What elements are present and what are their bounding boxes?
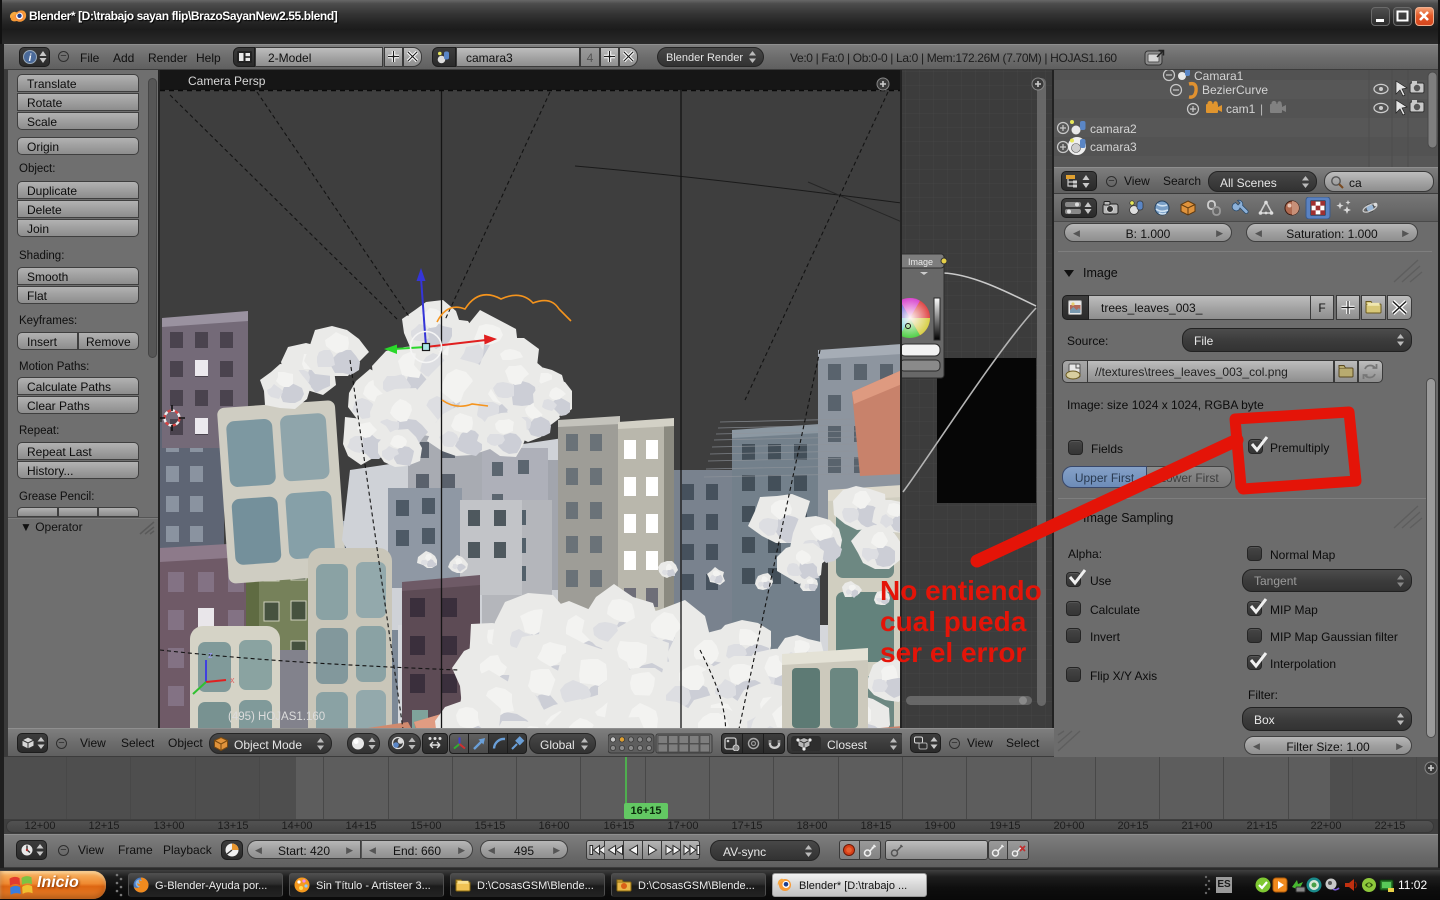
svg-text:ser el error: ser el error xyxy=(880,637,1026,668)
svg-text:cual pueda: cual pueda xyxy=(880,606,1027,637)
svg-text:No entiendo: No entiendo xyxy=(880,575,1042,606)
